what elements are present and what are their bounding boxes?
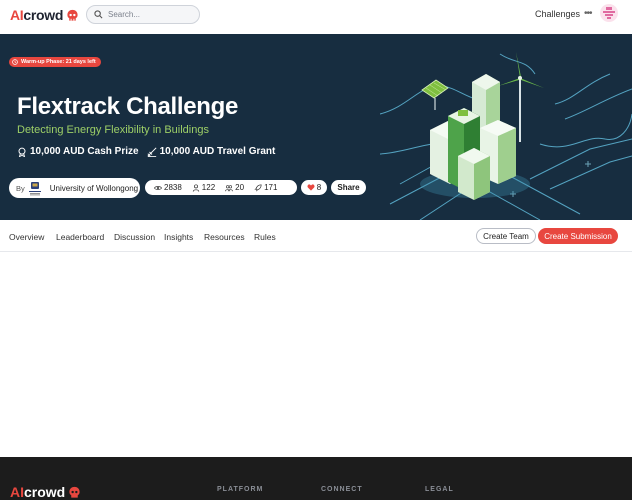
- like-count: 8: [316, 183, 322, 192]
- create-submission-button[interactable]: Create Submission: [538, 228, 618, 244]
- prize-list: 10,000 AUD Cash Prize 10,000 AUD Travel …: [17, 146, 283, 157]
- user-icon: [192, 183, 199, 192]
- footer-heading-legal: LEGAL: [425, 486, 454, 493]
- eye-icon: [154, 185, 162, 190]
- like-button[interactable]: 8: [301, 180, 327, 195]
- share-button[interactable]: Share: [331, 180, 366, 195]
- rocket-icon: [254, 183, 262, 191]
- university-crest-icon: [28, 181, 41, 195]
- top-navbar: AIcrowd Challenges •••: [0, 0, 632, 34]
- user-avatar[interactable]: [600, 4, 618, 22]
- smart-city-illustration: [380, 52, 632, 220]
- footer-heading-platform: PLATFORM: [217, 486, 264, 493]
- nav-challenges-link[interactable]: Challenges: [535, 9, 580, 19]
- footer: AI crowd PLATFORM CONNECT LEGAL: [0, 457, 632, 500]
- team-icon: [225, 184, 234, 191]
- trophy-icon: [18, 147, 26, 157]
- tab-insights[interactable]: Insights: [164, 232, 193, 242]
- logo-ai-text: AI: [10, 7, 24, 23]
- phase-badge-text: Warm-up Phase: 21 days left: [21, 59, 96, 65]
- stats-pill: 2838 122 20 171: [145, 180, 297, 195]
- cash-prize-text: 10,000 AUD Cash Prize: [30, 146, 139, 157]
- teams-stat: 20: [225, 183, 244, 192]
- more-menu-icon[interactable]: •••: [584, 8, 592, 19]
- plane-icon: [147, 146, 157, 157]
- views-count: 2838: [164, 183, 182, 192]
- challenge-subtitle: Detecting Energy Flexibility in Building…: [17, 124, 209, 136]
- tab-overview[interactable]: Overview: [9, 232, 44, 242]
- travel-grant: 10,000 AUD Travel Grant: [147, 146, 276, 157]
- organizer-name: University of Wollongong: [49, 183, 139, 193]
- tab-rules[interactable]: Rules: [254, 232, 276, 242]
- by-label: By: [16, 183, 25, 193]
- phase-badge: Warm-up Phase: 21 days left: [9, 57, 101, 67]
- skull-logo-icon: [67, 9, 78, 21]
- cash-prize: 10,000 AUD Cash Prize: [17, 146, 139, 157]
- submissions-stat: 171: [254, 183, 277, 192]
- search-input[interactable]: [108, 10, 193, 19]
- views-stat: 2838: [154, 183, 182, 192]
- footer-skull-icon: [69, 486, 80, 498]
- tab-discussion[interactable]: Discussion: [114, 232, 155, 242]
- submissions-count: 171: [264, 183, 278, 192]
- teams-count: 20: [235, 183, 245, 192]
- avatar-pattern-icon: [603, 7, 615, 19]
- logo-crowd-text: crowd: [23, 7, 64, 23]
- footer-heading-connect: CONNECT: [321, 486, 363, 493]
- heart-icon: [307, 184, 315, 191]
- search-icon: [94, 10, 103, 19]
- challenge-tabbar: Overview Leaderboard Discussion Insights…: [0, 220, 632, 252]
- organizer-pill[interactable]: By University of Wollongong: [9, 178, 140, 198]
- tab-resources[interactable]: Resources: [204, 232, 245, 242]
- clock-icon: [12, 59, 18, 65]
- tab-leaderboard[interactable]: Leaderboard: [56, 232, 104, 242]
- participants-count: 122: [201, 183, 216, 192]
- challenge-title: Flextrack Challenge: [17, 93, 239, 120]
- aicrowd-logo[interactable]: AI crowd: [10, 7, 79, 23]
- footer-logo-ai-text: AI: [10, 484, 24, 500]
- search-box[interactable]: [86, 5, 200, 24]
- create-team-button[interactable]: Create Team: [476, 228, 536, 244]
- travel-grant-text: 10,000 AUD Travel Grant: [159, 146, 276, 157]
- participants-stat: 122: [192, 183, 215, 192]
- challenge-hero: Warm-up Phase: 21 days left Flextrack Ch…: [0, 34, 632, 220]
- footer-logo-crowd-text: crowd: [24, 484, 66, 500]
- footer-logo[interactable]: AI crowd: [10, 484, 81, 500]
